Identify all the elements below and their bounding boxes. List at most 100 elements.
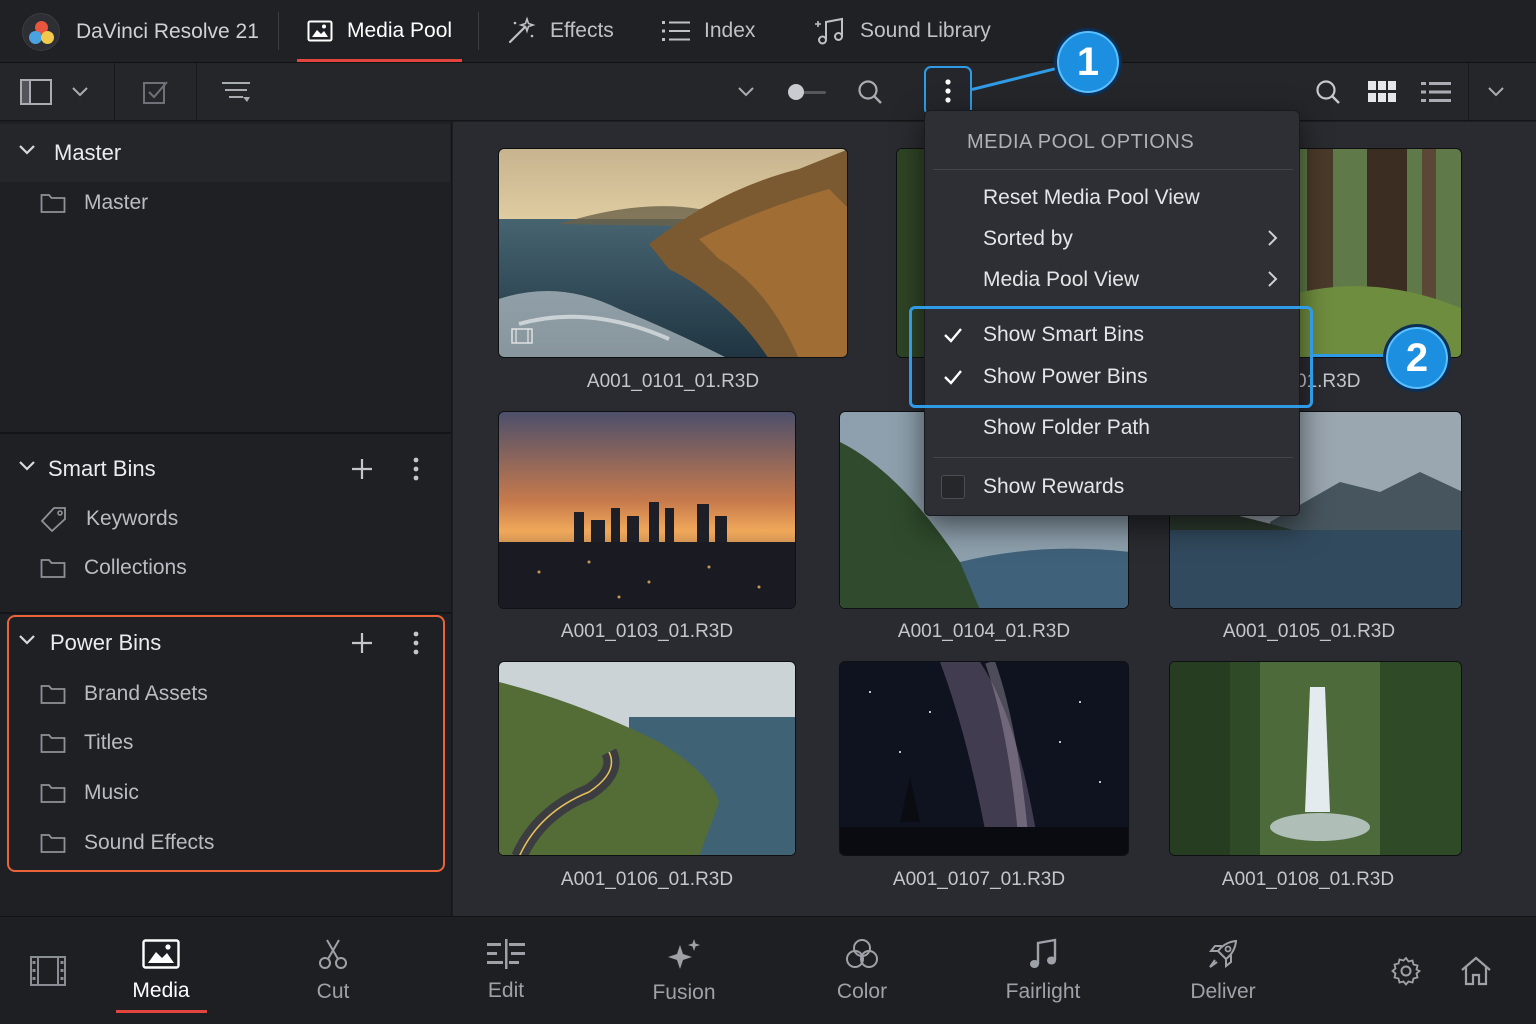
media-pool-icon: [307, 20, 333, 42]
thumbnail-view-button[interactable]: [1366, 63, 1398, 121]
tab-label: Index: [704, 19, 756, 42]
smart-bins-section-header[interactable]: Smart Bins: [0, 440, 450, 498]
clip-name: A001_0107_01.R3D: [892, 869, 1066, 890]
bin-item-keywords[interactable]: Keywords: [40, 499, 178, 539]
tag-icon: [40, 506, 68, 532]
app-title: DaVinci Resolve 21: [76, 20, 259, 43]
bin-item-collections[interactable]: Collections: [40, 548, 187, 588]
search-button[interactable]: [854, 63, 886, 121]
page-color[interactable]: Color: [802, 917, 922, 1024]
slider-track: [788, 83, 826, 100]
page-fusion[interactable]: Fusion: [624, 917, 744, 1024]
media-pool-options-button[interactable]: [924, 66, 972, 116]
sidebar-options-dropdown[interactable]: [68, 63, 92, 121]
page-media-storage[interactable]: [0, 917, 108, 1024]
page-media[interactable]: Media: [101, 917, 221, 1024]
sidebar-panel-icon: [20, 79, 52, 105]
folder-icon: [40, 192, 66, 214]
clip-name: A001_0104_01.R3D: [897, 621, 1071, 642]
show-bins-highlight: [909, 306, 1313, 408]
page-edit[interactable]: Edit: [446, 917, 566, 1024]
folder-icon: [40, 557, 66, 579]
tab-media-pool[interactable]: Media Pool: [297, 0, 463, 62]
color-wheels-icon: [845, 938, 879, 970]
tab-sound-library[interactable]: Sound Library: [812, 0, 991, 62]
tab-index[interactable]: Index: [662, 0, 755, 62]
view-dropdown[interactable]: [734, 63, 758, 121]
add-smart-bin-button[interactable]: [349, 456, 375, 482]
list-view-button[interactable]: [1420, 63, 1452, 121]
chevron-down-icon: [737, 86, 755, 98]
section-title: Smart Bins: [48, 456, 156, 481]
menu-item-show-folder-path[interactable]: Show Folder Path: [983, 411, 1150, 445]
smart-bins-more-icon[interactable]: [412, 456, 420, 482]
slider-knob[interactable]: [788, 83, 804, 100]
list-view-icon: [1421, 81, 1451, 103]
davinci-logo-icon: [22, 13, 60, 51]
grid-view-icon: [1368, 81, 1396, 103]
page-deliver[interactable]: Deliver: [1163, 917, 1283, 1024]
image-icon: [142, 939, 180, 969]
sidebar-toggle-button[interactable]: [18, 63, 54, 121]
clip-thumbnail[interactable]: [498, 411, 796, 609]
page-fairlight[interactable]: Fairlight: [983, 917, 1103, 1024]
top-tab-bar: DaVinci Resolve 21 Media Pool Effects In…: [0, 0, 1536, 63]
video-clip-icon: [511, 328, 533, 349]
callout-badge-2: 2: [1383, 324, 1451, 392]
filter-list-button[interactable]: [220, 63, 252, 121]
clip-name: A001_0108_01.R3D: [1221, 869, 1395, 890]
page-label: Fairlight: [1005, 980, 1081, 1003]
clip-name: A001_0106_01.R3D: [560, 869, 734, 890]
media-pool-toolbar: [0, 63, 1536, 121]
menu-item-label: Reset Media Pool View: [983, 186, 1200, 209]
toolbar-divider: [114, 63, 115, 121]
list-icon: [662, 20, 690, 42]
tab-divider: [478, 12, 479, 50]
tab-label: Sound Library: [860, 19, 991, 42]
clip-name: A001_0103_01.R3D: [560, 621, 734, 642]
chevron-down-icon[interactable]: [18, 144, 36, 156]
page-label: Fusion: [652, 981, 716, 1004]
select-clips-button[interactable]: [140, 63, 172, 121]
chevron-down-icon[interactable]: [18, 460, 36, 472]
chevron-right-icon: [1267, 229, 1279, 247]
menu-item-media-pool-view[interactable]: Media Pool View: [983, 263, 1293, 297]
clip-thumbnail[interactable]: [1169, 661, 1462, 856]
bin-item-master[interactable]: Master: [40, 183, 148, 223]
checkbox-icon: [143, 80, 169, 104]
vertical-dots-icon: [944, 78, 952, 104]
show-rewards-checkbox[interactable]: [941, 475, 965, 499]
section-divider: [0, 432, 452, 434]
music-note-icon: [1028, 938, 1058, 970]
home-icon: [1460, 956, 1492, 986]
clip-thumbnail[interactable]: [498, 661, 796, 856]
clip-thumbnail[interactable]: [839, 661, 1129, 856]
section-title: Master: [54, 140, 122, 165]
chevron-down-icon: [1487, 86, 1505, 98]
menu-item-reset-view[interactable]: Reset Media Pool View: [983, 181, 1200, 215]
page-navigation-bar: Media Cut Edit Fusion Color Fairlight De…: [0, 916, 1536, 1024]
clip-thumbnail[interactable]: [498, 148, 848, 358]
menu-title: MEDIA POOL OPTIONS: [967, 131, 1195, 153]
grid-search-button[interactable]: [1312, 63, 1344, 121]
timeline-edit-icon: [487, 939, 525, 969]
page-label: Media: [132, 979, 190, 1002]
callout-badge-1: 1: [1054, 28, 1122, 96]
toolbar-divider: [196, 63, 197, 121]
toolbar-overflow-dropdown[interactable]: [1484, 63, 1508, 121]
menu-item-sorted-by[interactable]: Sorted by: [983, 222, 1293, 256]
menu-item-label: Sorted by: [983, 227, 1073, 250]
tab-effects[interactable]: Effects: [506, 0, 614, 62]
menu-item-show-rewards[interactable]: Show Rewards: [983, 470, 1124, 504]
master-section-header[interactable]: Master: [0, 124, 450, 182]
clip-name: A001_0101_01.R3D: [586, 371, 760, 392]
home-button[interactable]: [1416, 917, 1536, 1024]
power-bins-highlight: [7, 615, 445, 872]
callout-2-leader: [1313, 354, 1387, 357]
sparkle-icon: [666, 937, 702, 971]
thumbnail-size-slider[interactable]: [786, 63, 830, 121]
rocket-icon: [1207, 938, 1239, 970]
music-note-icon: [812, 16, 846, 46]
page-cut[interactable]: Cut: [273, 917, 393, 1024]
callout-number: 1: [1076, 39, 1100, 84]
